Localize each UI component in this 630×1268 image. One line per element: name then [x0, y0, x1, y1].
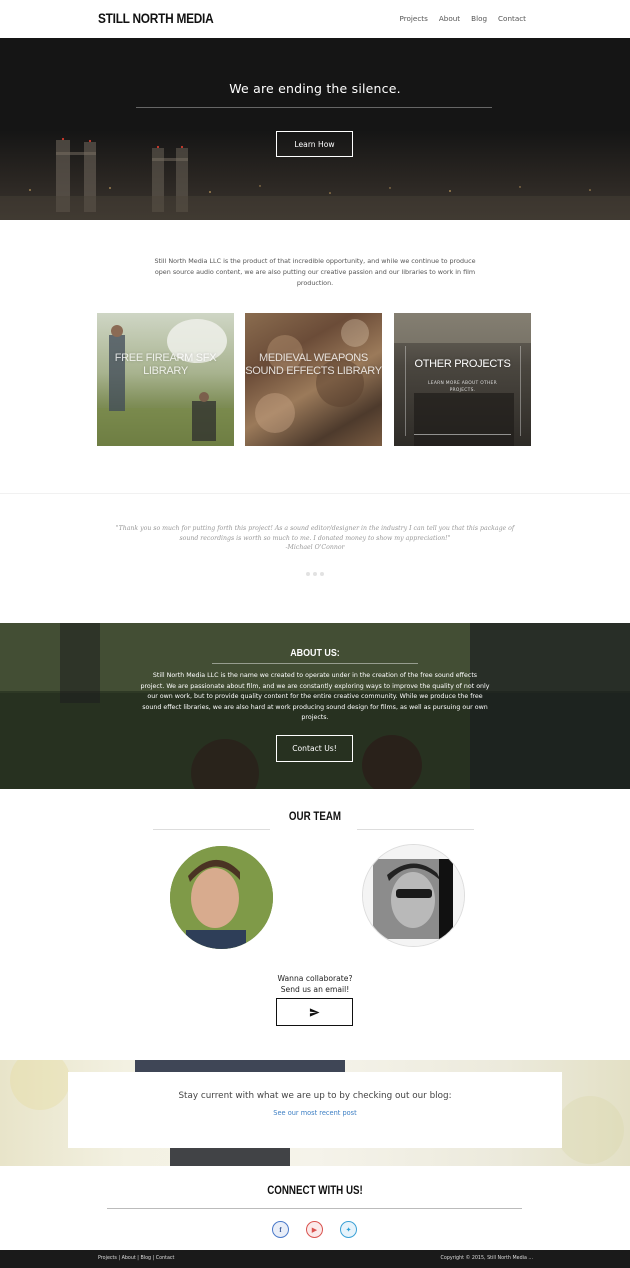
- team-divider-right: [357, 829, 474, 830]
- portrait-photo: [363, 845, 464, 946]
- youtube-icon[interactable]: ▶: [306, 1221, 323, 1238]
- carousel-dot[interactable]: [306, 572, 310, 576]
- footer-link-contact[interactable]: Contact: [156, 1256, 175, 1261]
- team-member-avatar: [170, 846, 273, 949]
- tile-firearm-sfx[interactable]: FREE FIREARM SFX LIBRARY: [97, 313, 234, 446]
- nav-contact[interactable]: Contact: [498, 14, 526, 23]
- tile-underline: [414, 434, 511, 435]
- team-member-avatar: [362, 844, 465, 947]
- site-logo[interactable]: STILL NORTH MEDIA: [98, 11, 214, 26]
- tile-title: FREE FIREARM SFX LIBRARY: [114, 352, 217, 377]
- portrait-photo: [170, 846, 273, 949]
- blog-text: Stay current with what we are up to by c…: [178, 1091, 452, 1101]
- footer-links: Projects | About | Blog | Contact: [98, 1256, 174, 1261]
- recent-post-link[interactable]: See our most recent post: [0, 1109, 630, 1117]
- paper-plane-icon: [309, 1007, 320, 1017]
- site-footer: Projects | About | Blog | Contact Copyri…: [0, 1250, 630, 1268]
- about-section: ABOUT US: Still North Media LLC is the n…: [0, 623, 630, 789]
- footer-link-projects[interactable]: Projects: [98, 1256, 117, 1261]
- carousel-dots: [306, 572, 324, 576]
- carousel-dot[interactable]: [320, 572, 324, 576]
- carousel-dot[interactable]: [313, 572, 317, 576]
- collab-line-1: Wanna collaborate?: [277, 974, 353, 983]
- facebook-icon[interactable]: f: [272, 1221, 289, 1238]
- team-divider-left: [153, 829, 270, 830]
- connect-divider: [107, 1208, 522, 1209]
- site-header: STILL NORTH MEDIA Projects About Blog Co…: [0, 0, 630, 38]
- about-divider: [212, 663, 418, 664]
- section-divider: [0, 493, 630, 494]
- twitter-icon[interactable]: ✦: [340, 1221, 357, 1238]
- medieval-painting: [255, 319, 369, 433]
- collab-line-2: Send us an email!: [280, 985, 350, 994]
- testimonial-author: -Michael O'Connor: [285, 544, 345, 551]
- testimonial-quote: "Thank you so much for putting forth thi…: [115, 525, 515, 542]
- hero-title: We are ending the silence.: [229, 81, 401, 96]
- nav-blog[interactable]: Blog: [471, 14, 487, 23]
- tile-title: MEDIEVAL WEAPONS SOUND EFFECTS LIBRARY: [245, 352, 382, 377]
- main-nav: Projects About Blog Contact: [400, 14, 526, 23]
- collaborate-text: Wanna collaborate? Send us an email!: [0, 973, 630, 995]
- contact-us-button[interactable]: Contact Us!: [276, 735, 353, 762]
- team-title: OUR TEAM: [288, 811, 342, 823]
- tile-subtitle: LEARN MORE ABOUT OTHER PROJECTS.: [428, 381, 497, 393]
- firearm-photo: [97, 319, 234, 446]
- intro-text: Still North Media LLC is the product of …: [154, 257, 476, 287]
- footer-link-blog[interactable]: Blog: [140, 1256, 151, 1261]
- tile-other-projects[interactable]: OTHER PROJECTS LEARN MORE ABOUT OTHER PR…: [394, 313, 531, 446]
- about-title: ABOUT US:: [290, 647, 340, 659]
- email-button[interactable]: [276, 998, 353, 1026]
- learn-how-button[interactable]: Learn How: [276, 131, 353, 157]
- tile-title: OTHER PROJECTS: [414, 358, 511, 370]
- copyright-text: Copyright © 2015, Still North Media ...: [440, 1256, 533, 1261]
- tile-medieval-weapons[interactable]: MEDIEVAL WEAPONS SOUND EFFECTS LIBRARY: [245, 313, 382, 446]
- nav-projects[interactable]: Projects: [400, 14, 428, 23]
- hero-divider: [136, 107, 492, 108]
- footer-link-about[interactable]: About: [122, 1256, 136, 1261]
- connect-title: CONNECT WITH US!: [267, 1185, 363, 1197]
- hero-section: We are ending the silence. Learn How: [0, 38, 630, 220]
- nav-about[interactable]: About: [439, 14, 460, 23]
- about-text: Still North Media LLC is the name we cre…: [140, 672, 490, 721]
